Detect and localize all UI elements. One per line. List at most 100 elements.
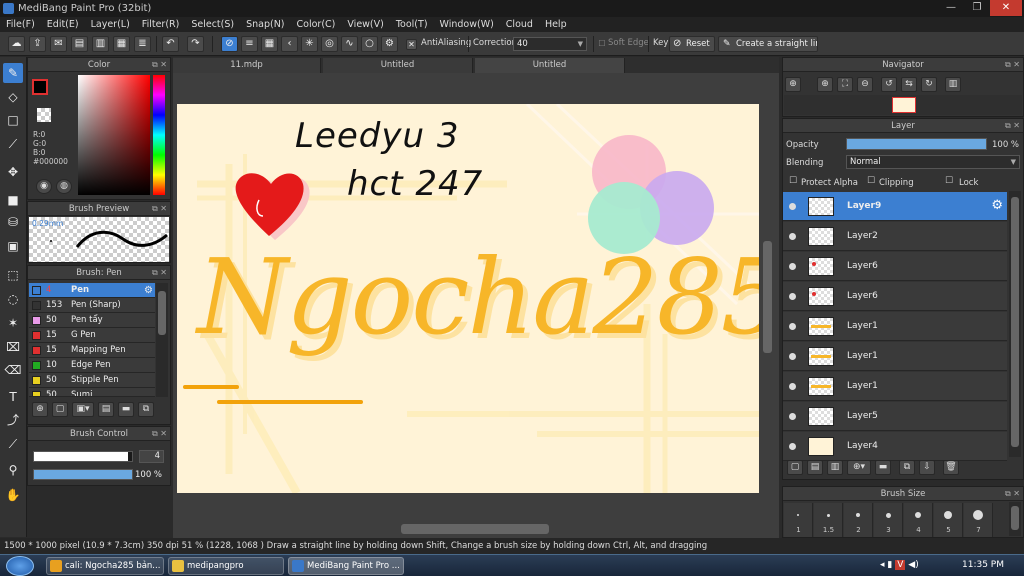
brush-menu-icon[interactable]: ▣▾ (72, 402, 94, 417)
duplicate-layer-icon[interactable]: ⧉ (899, 460, 915, 475)
tab-11-mdp[interactable]: 11.mdp (173, 58, 321, 73)
concentric-snap-icon[interactable]: ◎ (321, 36, 338, 52)
new-halftone-layer-icon[interactable]: ▤ (807, 460, 823, 475)
eyedropper-tool-icon[interactable]: ⚲ (3, 460, 23, 480)
scrollbar-thumb[interactable] (158, 291, 166, 335)
visibility-icon[interactable] (789, 413, 796, 420)
lasso-tool-icon[interactable]: ◌ (3, 289, 23, 309)
brush-size-slider[interactable] (33, 451, 133, 462)
undo-icon[interactable]: ↶ (162, 36, 179, 52)
close-button[interactable]: ✕ (990, 0, 1022, 16)
scrollbar-thumb[interactable] (1011, 506, 1019, 530)
menu-view[interactable]: View(V) (341, 17, 389, 32)
protect-alpha-checkbox[interactable]: ☐ (789, 176, 797, 186)
select-pen-tool-icon[interactable]: ⌧ (3, 337, 23, 357)
panel-menu-icon[interactable]: ⧉ ✕ (152, 427, 167, 441)
rotate-left-icon[interactable]: ↺ (881, 77, 897, 92)
brush-item-pen-sharp[interactable]: 153 Pen (Sharp) (29, 298, 155, 313)
operation-tool-icon[interactable]: ⤴ (3, 410, 23, 430)
layer-row-layer2[interactable]: Layer2 (783, 222, 1007, 251)
brush-size-preset[interactable]: 5 (934, 503, 963, 537)
panel-menu-icon[interactable]: ⧉ ✕ (1005, 119, 1020, 133)
visibility-icon[interactable] (789, 383, 796, 390)
minimize-button[interactable]: — (938, 0, 964, 16)
navigator-preview[interactable] (784, 95, 1022, 115)
new-8bit-layer-icon[interactable]: ▥ (827, 460, 843, 475)
clipping-checkbox[interactable]: ☐ (867, 176, 875, 186)
rectangle-tool-icon[interactable]: □ (3, 110, 23, 130)
add-brush-icon[interactable]: ⊕ (32, 402, 48, 417)
visibility-icon[interactable] (789, 323, 796, 330)
brush-item-sumi[interactable]: 50 Sumi (29, 388, 155, 397)
select-tool-icon[interactable]: ⬚ (3, 265, 23, 285)
layer-row-layer9[interactable]: Layer9 ⚙ (783, 192, 1007, 221)
blending-select[interactable]: Normal ▼ (846, 155, 1020, 169)
layer-folder-icon[interactable]: ▬ (875, 460, 891, 475)
move-tool-icon[interactable]: ✥ (3, 162, 23, 182)
menu-color[interactable]: Color(C) (291, 17, 342, 32)
circle-snap-icon[interactable]: ○ (361, 36, 378, 52)
zoom-out-icon[interactable]: ⊖ (857, 77, 873, 92)
brush-size-preset[interactable]: 4 (904, 503, 933, 537)
visibility-icon[interactable] (789, 443, 796, 450)
drawing-canvas[interactable]: Leedyu 3 hct 247 Ngocha285 (177, 104, 759, 493)
hue-slider[interactable] (153, 75, 165, 195)
layer-row-layer1-c[interactable]: Layer1 (783, 372, 1007, 401)
brush-item-pen-tay[interactable]: 50 Pen tẩy (29, 313, 155, 328)
foreground-color-swatch[interactable] (32, 79, 48, 95)
volume-icon[interactable]: ◀) (908, 560, 918, 570)
menu-window[interactable]: Window(W) (434, 17, 500, 32)
cloud-icon[interactable]: ☁ (8, 36, 25, 52)
brush-size-preset[interactable]: 1 (784, 503, 813, 537)
brush-item-pen[interactable]: 4 Pen ⚙ (29, 283, 155, 298)
layer-opacity-slider[interactable] (846, 138, 987, 150)
layer-list-scrollbar[interactable] (1009, 191, 1021, 457)
layer-add-menu-icon[interactable]: ⊕▾ (847, 460, 871, 475)
maximize-button[interactable]: ❐ (964, 0, 990, 16)
layer-row-layer6-a[interactable]: Layer6 (783, 252, 1007, 281)
visibility-icon[interactable] (789, 203, 796, 210)
page-icon[interactable]: ▥ (92, 36, 109, 52)
vertical-scrollbar-thumb[interactable] (763, 241, 772, 353)
network-icon[interactable]: ▮ (887, 560, 892, 570)
layer-row-layer6-b[interactable]: Layer6 (783, 282, 1007, 311)
saturation-value-picker[interactable] (78, 75, 150, 195)
gear-icon[interactable]: ⚙ (991, 198, 1003, 213)
fit-screen-icon[interactable]: ⛶ (837, 77, 853, 92)
layer-row-layer1-a[interactable]: Layer1 (783, 312, 1007, 341)
lock-checkbox[interactable]: ☐ (945, 176, 953, 186)
color-wheel-icon[interactable]: ◉ (36, 179, 52, 194)
visibility-icon[interactable] (789, 263, 796, 270)
redo-icon[interactable]: ↷ (187, 36, 204, 52)
comment-icon[interactable]: ✉ (50, 36, 67, 52)
brush-list-scrollbar[interactable] (156, 283, 168, 397)
grid-page-icon[interactable]: ▦ (113, 36, 130, 52)
panel-menu-icon[interactable]: ⧉ ✕ (152, 202, 167, 216)
layer-row-layer1-b[interactable]: Layer1 (783, 342, 1007, 371)
brush-item-g-pen[interactable]: 15 G Pen (29, 328, 155, 343)
share-icon[interactable]: ⇪ (29, 36, 46, 52)
merge-layer-icon[interactable]: ⇩ (919, 460, 935, 475)
taskbar-item-browser[interactable]: cali: Ngocha285 bản... (46, 557, 164, 575)
transparent-color-swatch[interactable] (37, 108, 51, 122)
text-tool-icon[interactable]: T (3, 387, 23, 407)
snap-off-icon[interactable]: ⊘ (221, 36, 238, 52)
gradient-tool-icon[interactable]: ▣ (3, 236, 23, 256)
panel-menu-icon[interactable]: ⧉ ✕ (152, 266, 167, 280)
divide-tool-icon[interactable]: ⟋ (3, 434, 23, 454)
menu-file[interactable]: File(F) (0, 17, 41, 32)
tab-untitled-2[interactable]: Untitled (475, 58, 625, 73)
angle-snap-icon[interactable]: ‹ (281, 36, 298, 52)
menu-filter[interactable]: Filter(R) (136, 17, 186, 32)
gear-icon[interactable]: ⚙ (144, 283, 153, 298)
menu-select[interactable]: Select(S) (185, 17, 240, 32)
rotate-right-icon[interactable]: ↻ (921, 77, 937, 92)
horizontal-scrollbar-thumb[interactable] (401, 524, 549, 534)
flip-icon[interactable]: ⇆ (901, 77, 917, 92)
color-palette-icon[interactable]: ◍ (56, 179, 72, 194)
menu-help[interactable]: Help (539, 17, 573, 32)
fill-tool-icon[interactable]: ■ (3, 190, 23, 210)
visibility-icon[interactable] (789, 353, 796, 360)
panel-menu-icon[interactable]: ⧉ ✕ (1005, 58, 1020, 72)
brush-size-value[interactable]: 4 (139, 450, 164, 463)
